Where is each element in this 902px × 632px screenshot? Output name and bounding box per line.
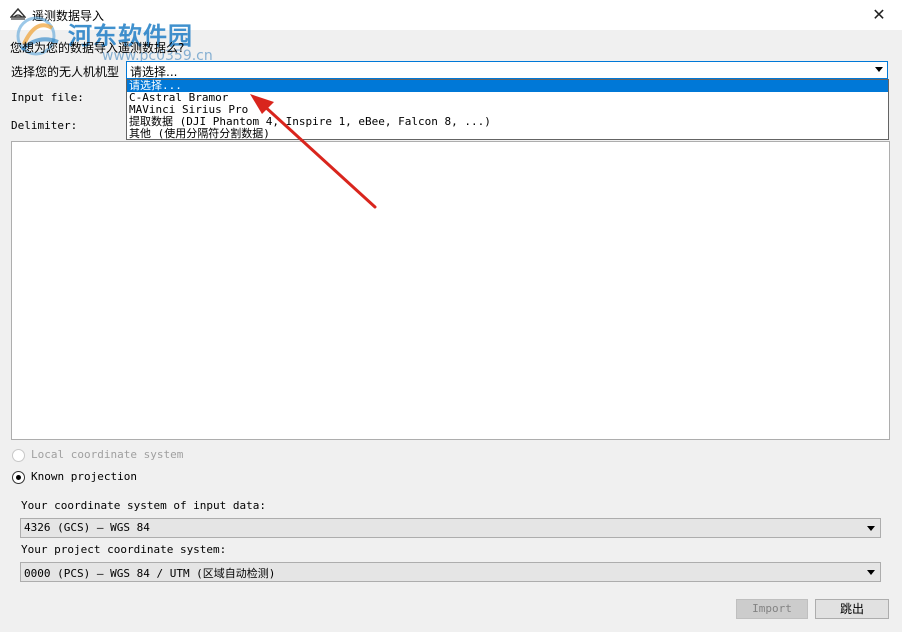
input-coordinate-value: 4326 (GCS) — WGS 84: [24, 521, 150, 534]
input-file-label: Input file:: [11, 91, 84, 104]
known-projection-label: Known projection: [31, 470, 137, 483]
drone-type-dropdown[interactable]: 请选择... C-Astral Bramor MAVinci Sirius Pr…: [126, 79, 889, 140]
local-coordinate-label: Local coordinate system: [31, 448, 184, 461]
project-coordinate-label: Your project coordinate system:: [21, 543, 227, 556]
title-bar: 遥测数据导入 ✕: [0, 0, 902, 30]
drone-type-select[interactable]: 请选择...: [126, 61, 888, 79]
app-logo-icon: [10, 7, 26, 20]
radio-unchecked-icon: [12, 449, 25, 462]
close-button[interactable]: ✕: [856, 0, 902, 30]
data-preview-area[interactable]: [11, 141, 890, 440]
project-coordinate-value: 0000 (PCS) — WGS 84 / UTM (区域自动检测): [24, 567, 276, 580]
drone-type-label: 选择您的无人机机型: [11, 65, 120, 79]
window-title: 遥测数据导入: [32, 9, 105, 23]
chevron-down-icon: [867, 570, 875, 575]
import-button[interactable]: Import: [736, 599, 808, 619]
input-coordinate-label: Your coordinate system of input data:: [21, 499, 267, 512]
import-question: 您想为您的数据导入遥测数据么?: [10, 41, 185, 55]
drone-option-placeholder[interactable]: 请选择...: [127, 80, 888, 92]
delimiter-label: Delimiter:: [11, 119, 78, 132]
radio-checked-icon: [12, 471, 25, 484]
drone-option-other[interactable]: 其他 (使用分隔符分割数据): [127, 128, 888, 140]
chevron-down-icon: [875, 67, 883, 72]
skip-button[interactable]: 跳出: [815, 599, 889, 619]
chevron-down-icon: [867, 526, 875, 531]
project-coordinate-select[interactable]: 0000 (PCS) — WGS 84 / UTM (区域自动检测): [20, 562, 881, 582]
close-icon: ✕: [872, 5, 886, 24]
drone-type-value: 请选择...: [130, 65, 178, 79]
input-coordinate-select[interactable]: 4326 (GCS) — WGS 84: [20, 518, 881, 538]
